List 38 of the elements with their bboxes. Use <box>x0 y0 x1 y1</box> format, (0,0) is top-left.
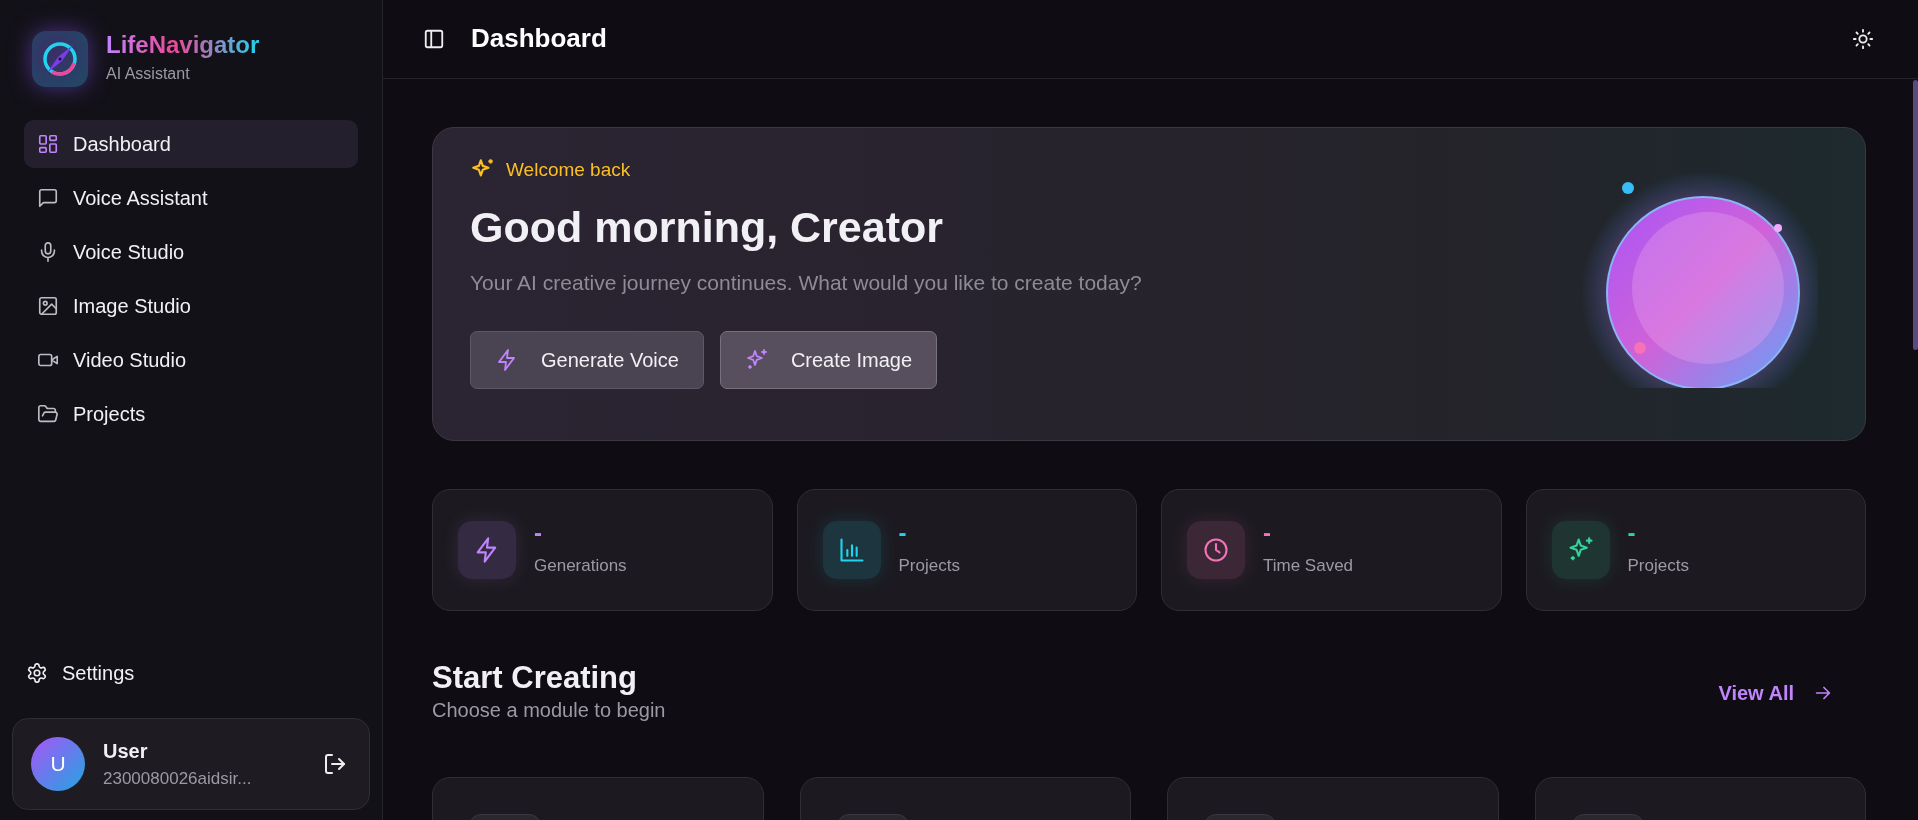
greeting-subtitle: Your AI creative journey continues. What would you like to create today? <box>470 270 1143 296</box>
clock-icon <box>1202 536 1230 564</box>
section-subtitle: Choose a module to begin <box>432 698 666 724</box>
sidebar-item[interactable]: Voice Studio <box>24 228 358 276</box>
settings-link[interactable]: Settings <box>26 658 358 688</box>
action-button[interactable]: Generate Voice <box>470 330 704 389</box>
user-email: 2300080026aidsir... <box>103 768 252 791</box>
stat-value: - <box>534 521 543 546</box>
section-title: Start Creating <box>432 661 638 696</box>
view-all-link[interactable]: View All <box>1712 677 1840 710</box>
sidebar-item[interactable]: Image Studio <box>24 282 358 330</box>
action-button[interactable]: Create Image <box>719 330 938 389</box>
sidebar-item[interactable]: Dashboard <box>24 120 358 168</box>
scrollbar-thumb[interactable] <box>1913 80 1918 350</box>
sparkles-icon <box>744 347 769 372</box>
sidebar-item[interactable]: Projects <box>24 390 358 438</box>
stat-value: - <box>1627 521 1637 546</box>
stat-label: Projects <box>1627 555 1689 578</box>
bar-chart-icon <box>837 536 866 564</box>
chat-bubble-icon <box>37 187 59 209</box>
greeting-heading: Good morning, Creator <box>470 201 944 253</box>
image-icon <box>37 295 59 317</box>
stat-label: Generations <box>534 555 627 578</box>
settings-icon <box>26 662 48 684</box>
brand-subtitle: AI Assistant <box>106 64 191 85</box>
stat-label: Projects <box>898 555 960 578</box>
welcome-label: Welcome back <box>506 158 631 182</box>
grid-icon <box>37 133 59 155</box>
user-name: User <box>103 739 149 765</box>
folder-icon <box>37 403 59 425</box>
sidebar-item[interactable]: Voice Assistant <box>24 174 358 222</box>
app-logo <box>32 31 88 87</box>
stat-value: - <box>1263 521 1272 546</box>
user-avatar: U <box>31 737 85 791</box>
stat-label: Time Saved <box>1263 555 1354 578</box>
sidebar-item[interactable]: Video Studio <box>24 336 358 384</box>
page-title: Dashboard <box>471 23 607 55</box>
stat-value: - <box>898 521 908 546</box>
